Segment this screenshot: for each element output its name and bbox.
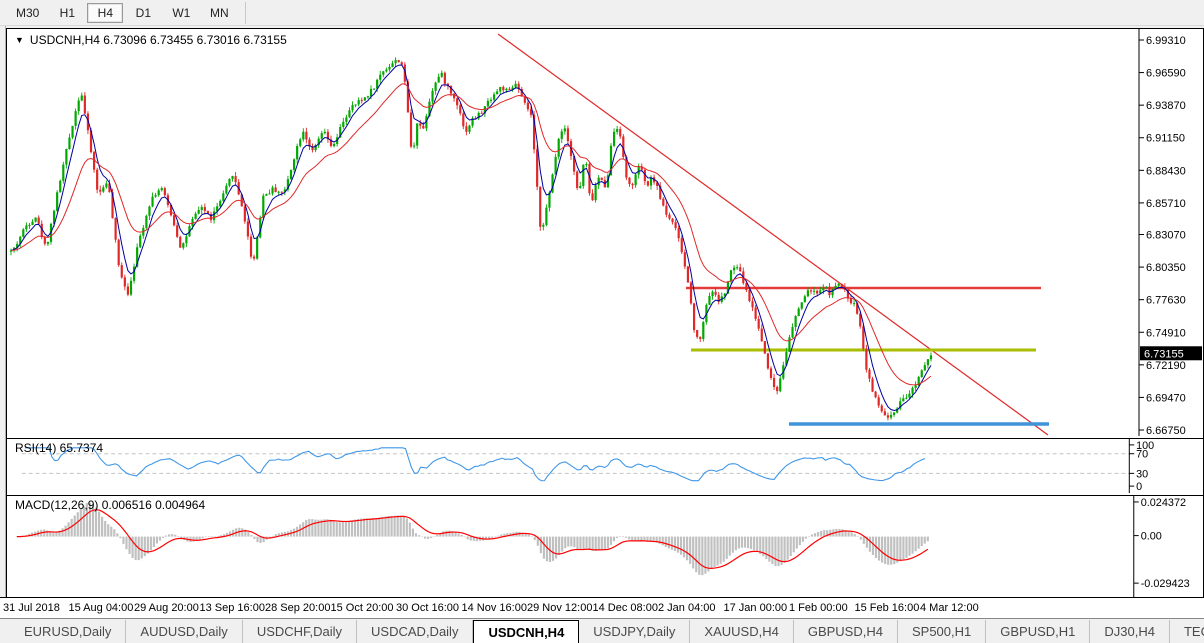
chart-tab-gbpusd[interactable]: GBPUSD,H4 xyxy=(794,620,898,643)
macd-axis-label: 0.00 xyxy=(1141,531,1162,543)
timeframe-button-m30[interactable]: M30 xyxy=(8,3,47,23)
rsi-axis-label: 30 xyxy=(1136,468,1148,480)
macd-axis-label: -0.029423 xyxy=(1141,578,1190,590)
date-axis-label: 15 Aug 04:00 xyxy=(68,602,134,614)
timeframe-button-h4[interactable]: H4 xyxy=(87,2,124,23)
date-axis-label: 29 Aug 20:00 xyxy=(134,602,199,614)
chart-tab-bar: EURUSD,Daily AUDUSD,Daily USDCHF,Daily USDC… xyxy=(0,620,1204,643)
slow-ma-line xyxy=(10,83,932,386)
descending-trendline[interactable] xyxy=(497,33,1049,436)
date-axis-label: 15 Oct 20:00 xyxy=(330,602,394,614)
chart-tab-audusd[interactable]: AUDUSD,Daily xyxy=(126,620,243,643)
price-axis-label: 6.66750 xyxy=(1146,425,1186,436)
price-axis-label: 6.72190 xyxy=(1146,360,1186,372)
chart-tab-eurusd[interactable]: EURUSD,Daily xyxy=(10,620,127,643)
price-axis-label: 6.91150 xyxy=(1146,133,1185,145)
price-axis-label: 6.85710 xyxy=(1146,198,1186,210)
chevron-down-icon[interactable]: ▼ xyxy=(15,35,24,45)
chart-tab-xauusd[interactable]: XAUUSD,H4 xyxy=(690,620,794,643)
rsi-title: RSI(14) 65.7374 xyxy=(15,441,104,455)
date-axis-label: 28 Sep 20:00 xyxy=(265,602,331,614)
price-axis-label: 6.96590 xyxy=(1146,68,1186,80)
trading-app-window: M30 H1 H4 D1 W1 MN ▼ USDCNH,H4 6.73096 6.7345… xyxy=(0,0,1204,643)
date-axis-label: 31 Jul 2018 xyxy=(3,602,60,614)
price-axis-label: 6.80350 xyxy=(1146,262,1186,274)
rsi-indicator-pane[interactable]: 10070300 xyxy=(7,438,1203,493)
price-axis-label: 6.77630 xyxy=(1146,295,1186,307)
date-axis-label: 30 Oct 16:00 xyxy=(396,602,459,614)
date-axis-label: 17 Jan 00:00 xyxy=(723,602,788,614)
date-axis-label: 2 Jan 04:00 xyxy=(658,602,716,614)
date-axis-label: 29 Nov 12:00 xyxy=(527,602,593,614)
timeframe-button-mn[interactable]: MN xyxy=(201,3,237,23)
date-axis-label: 1 Feb 00:00 xyxy=(789,602,848,614)
chart-window: ▼ USDCNH,H4 6.73096 6.73455 6.73016 6.73… xyxy=(6,28,1204,619)
timeframe-button-h1[interactable]: H1 xyxy=(49,3,85,23)
chart-title: ▼ USDCNH,H4 6.73096 6.73455 6.73016 6.73… xyxy=(15,33,287,47)
price-axis-label: 6.74910 xyxy=(1146,327,1186,339)
macd-histogram xyxy=(15,502,929,576)
date-axis-label: 14 Nov 16:00 xyxy=(461,602,527,614)
rsi-axis-label: 0 xyxy=(1136,481,1142,493)
timeframe-button-d1[interactable]: D1 xyxy=(125,3,161,23)
chart-tab-usdcad[interactable]: USDCAD,Daily xyxy=(357,620,474,643)
price-axis-label: 6.83070 xyxy=(1146,230,1186,242)
macd-title: MACD(12,26,9) 0.006516 0.004964 xyxy=(15,498,206,512)
chart-title-text: USDCNH,H4 6.73096 6.73455 6.73016 6.7315… xyxy=(29,33,287,47)
date-axis-label: 13 Sep 16:00 xyxy=(199,602,265,614)
date-axis[interactable]: 31 Jul 2018 15 Aug 04:00 29 Aug 20:00 13 Se… xyxy=(0,597,1204,619)
chart-tab-usdchf[interactable]: USDCHF,Daily xyxy=(243,620,358,643)
current-price-label: 6.73155 xyxy=(1144,348,1184,360)
price-axis-label: 6.93870 xyxy=(1146,100,1186,112)
date-axis-label: 14 Dec 08:00 xyxy=(592,602,658,614)
toolbar-separator xyxy=(245,1,247,24)
chart-tab-usdcnh[interactable]: USDCNH,H4 xyxy=(473,620,580,643)
price-axis-labels: 6.99310 6.96590 6.93870 6.91150 6.88430 6.857… xyxy=(1139,35,1186,436)
timeframe-button-w1[interactable]: W1 xyxy=(163,3,199,23)
price-axis-label: 6.69470 xyxy=(1146,392,1186,404)
main-price-chart[interactable]: 6.99310 6.96590 6.93870 6.91150 6.88430 6.857… xyxy=(7,29,1203,436)
chart-tab-gbpusd[interactable]: GBPUSD,H1 xyxy=(986,620,1091,643)
chart-tab-dj30[interactable]: DJ30,H4 xyxy=(1090,620,1170,643)
fast-ma-line xyxy=(10,64,932,412)
candlesticks xyxy=(9,57,933,421)
rsi-axis-label: 70 xyxy=(1136,449,1148,461)
date-axis-label: 15 Feb 16:00 xyxy=(854,602,920,614)
rsi-line xyxy=(24,447,926,482)
chart-tab-sp500[interactable]: SP500,H1 xyxy=(898,620,987,643)
price-axis-label: 6.99310 xyxy=(1146,35,1186,47)
date-axis-label: 4 Mar 12:00 xyxy=(920,602,979,614)
chart-tab-usdjpy[interactable]: USDJPY,Daily xyxy=(579,620,691,643)
price-axis-label: 6.88430 xyxy=(1146,165,1186,177)
timeframe-toolbar: M30 H1 H4 D1 W1 MN xyxy=(0,0,1204,26)
macd-axis-label: 0.024372 xyxy=(1141,497,1186,509)
timeframe-buttons: M30 H1 H4 D1 W1 MN xyxy=(8,2,239,23)
chart-tab-tech100[interactable]: TECH100,H1 xyxy=(1170,620,1204,643)
